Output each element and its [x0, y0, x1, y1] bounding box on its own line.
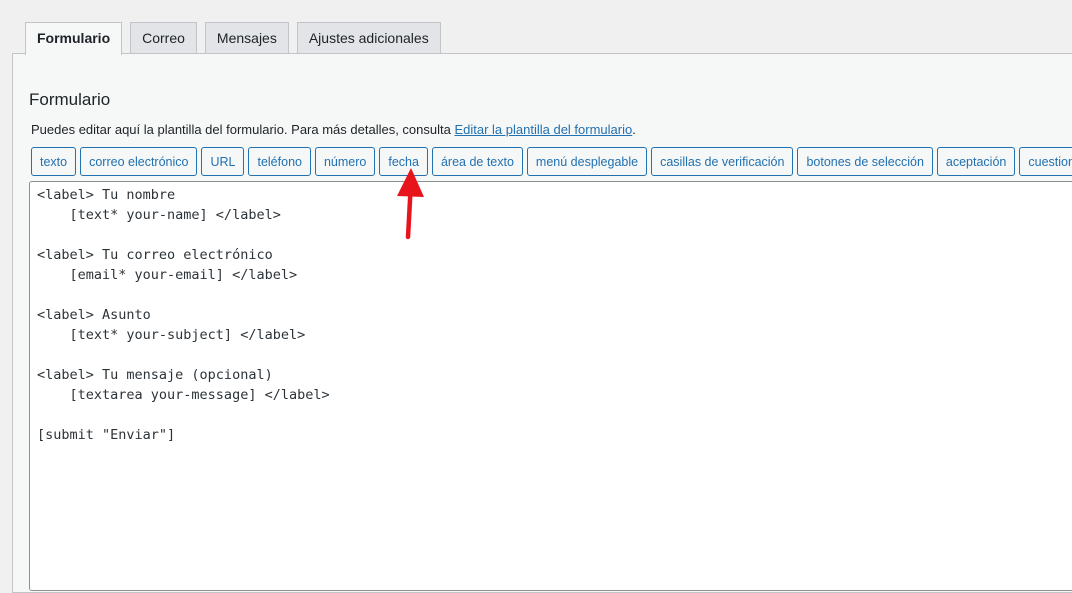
form-template-editor[interactable] — [29, 181, 1072, 591]
tab-ajustes-adicionales[interactable]: Ajustes adicionales — [296, 22, 441, 54]
tab-correo[interactable]: Correo — [130, 22, 197, 54]
tag-button-telefono[interactable]: teléfono — [248, 147, 311, 176]
edit-template-link[interactable]: Editar la plantilla del formulario — [454, 122, 632, 137]
tab-formulario[interactable]: Formulario — [25, 22, 123, 55]
tag-generator-buttons: texto correo electrónico URL teléfono nú… — [31, 147, 1072, 176]
tag-button-casillas-de-verificacion[interactable]: casillas de verificación — [651, 147, 794, 176]
tag-button-area-de-texto[interactable]: área de texto — [431, 147, 523, 176]
section-description: Puedes editar aquí la plantilla del form… — [31, 121, 636, 138]
tag-button-aceptacion[interactable]: aceptación — [936, 147, 1016, 176]
tag-button-correo-electronico[interactable]: correo electrónico — [80, 147, 198, 176]
tab-mensajes[interactable]: Mensajes — [204, 22, 289, 54]
section-title: Formulario — [29, 90, 111, 109]
tag-button-cuestionario[interactable]: cuestionario — [1019, 147, 1072, 176]
tag-button-numero[interactable]: número — [314, 147, 376, 176]
tag-button-botones-de-seleccion[interactable]: botones de selección — [797, 147, 933, 176]
tag-button-menu-desplegable[interactable]: menú desplegable — [526, 147, 648, 176]
tag-button-texto[interactable]: texto — [31, 147, 77, 176]
tag-button-url[interactable]: URL — [201, 147, 245, 176]
description-text: Puedes editar aquí la plantilla del form… — [31, 122, 455, 137]
red-arrow-icon — [397, 168, 424, 240]
description-suffix: . — [632, 122, 636, 137]
tab-bar: Formulario Correo Mensajes Ajustes adici… — [25, 22, 441, 55]
